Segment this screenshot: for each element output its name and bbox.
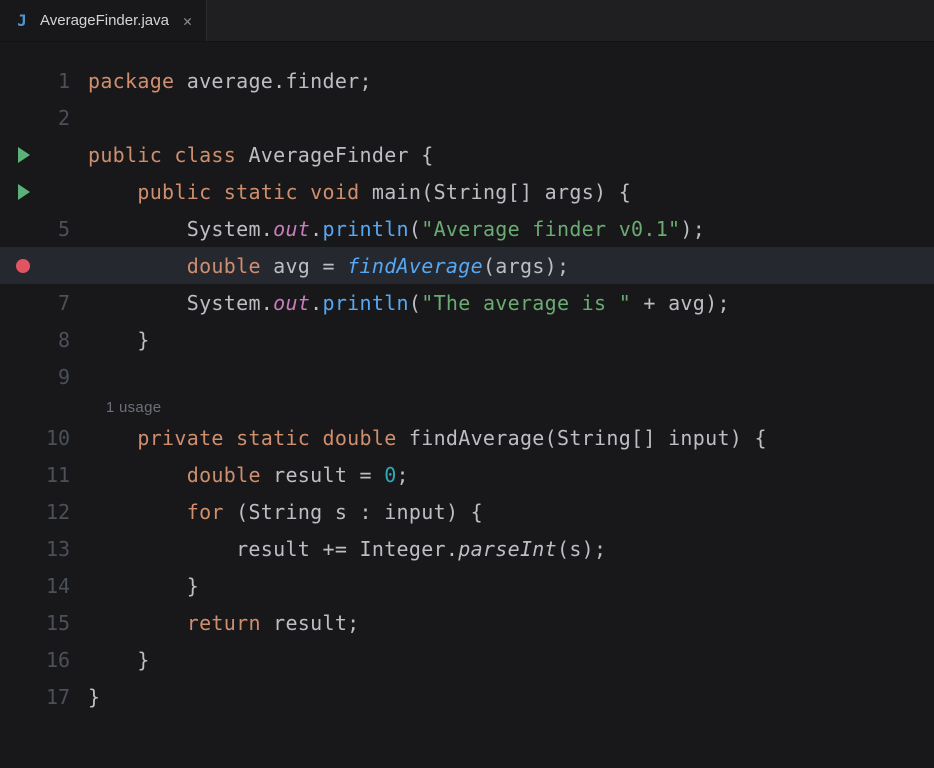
code-content[interactable]: private static double findAverage(String… xyxy=(88,426,767,450)
run-icon[interactable] xyxy=(18,184,30,200)
gutter[interactable] xyxy=(0,184,46,200)
code-content[interactable]: } xyxy=(88,685,100,709)
code-line: 14 } xyxy=(0,567,934,604)
tab-bar: J AverageFinder.java ✕ xyxy=(0,0,934,42)
code-line: 15 return result; xyxy=(0,604,934,641)
code-content[interactable]: System.out.println("Average finder v0.1"… xyxy=(88,217,705,241)
code-line: 11 double result = 0; xyxy=(0,456,934,493)
line-number: 12 xyxy=(46,500,88,524)
line-number: 15 xyxy=(46,611,88,635)
code-line: 13 result += Integer.parseInt(s); xyxy=(0,530,934,567)
line-number: 8 xyxy=(46,328,88,352)
code-editor[interactable]: 1 package average.finder; 2 public class… xyxy=(0,42,934,715)
code-content[interactable]: package average.finder; xyxy=(88,69,372,93)
line-number: 2 xyxy=(46,106,88,130)
usage-hint-text[interactable]: 1 usage xyxy=(106,399,161,416)
code-line: 1 package average.finder; xyxy=(0,62,934,99)
line-number: 11 xyxy=(46,463,88,487)
code-content[interactable]: System.out.println("The average is " + a… xyxy=(88,291,730,315)
code-line: public class AverageFinder { xyxy=(0,136,934,173)
code-line-highlighted: double avg = findAverage(args); xyxy=(0,247,934,284)
code-content[interactable]: public class AverageFinder { xyxy=(88,143,434,167)
code-line: 2 xyxy=(0,99,934,136)
code-line: public static void main(String[] args) { xyxy=(0,173,934,210)
line-number: 16 xyxy=(46,648,88,672)
code-line: 7 System.out.println("The average is " +… xyxy=(0,284,934,321)
code-line: 16 } xyxy=(0,641,934,678)
code-content[interactable]: for (String s : input) { xyxy=(88,500,483,524)
code-line: 8 } xyxy=(0,321,934,358)
code-content[interactable]: double result = 0; xyxy=(88,463,409,487)
line-number: 5 xyxy=(46,217,88,241)
usage-hint-line: 1 usage xyxy=(0,395,934,419)
breakpoint-icon[interactable] xyxy=(16,259,30,273)
code-content[interactable]: public static void main(String[] args) { xyxy=(88,180,631,204)
run-icon[interactable] xyxy=(18,147,30,163)
java-file-icon: J xyxy=(14,13,30,29)
line-number: 13 xyxy=(46,537,88,561)
code-line: 12 for (String s : input) { xyxy=(0,493,934,530)
code-content[interactable]: } xyxy=(88,574,199,598)
code-content[interactable]: } xyxy=(88,648,150,672)
code-content[interactable]: } xyxy=(88,328,150,352)
code-line: 5 System.out.println("Average finder v0.… xyxy=(0,210,934,247)
code-line: 9 xyxy=(0,358,934,395)
line-number: 10 xyxy=(46,426,88,450)
file-tab[interactable]: J AverageFinder.java ✕ xyxy=(0,0,207,41)
usage-hint[interactable]: 1 usage xyxy=(88,399,161,416)
code-line: 10 private static double findAverage(Str… xyxy=(0,419,934,456)
code-line: 17 } xyxy=(0,678,934,715)
tab-filename: AverageFinder.java xyxy=(40,12,169,29)
code-content[interactable]: return result; xyxy=(88,611,360,635)
gutter[interactable] xyxy=(0,259,46,273)
close-icon[interactable]: ✕ xyxy=(179,12,192,30)
code-content[interactable]: double avg = findAverage(args); xyxy=(88,254,569,278)
code-content[interactable]: result += Integer.parseInt(s); xyxy=(88,537,606,561)
line-number: 1 xyxy=(46,69,88,93)
line-number: 17 xyxy=(46,685,88,709)
line-number: 9 xyxy=(46,365,88,389)
gutter[interactable] xyxy=(0,147,46,163)
line-number: 14 xyxy=(46,574,88,598)
line-number: 7 xyxy=(46,291,88,315)
